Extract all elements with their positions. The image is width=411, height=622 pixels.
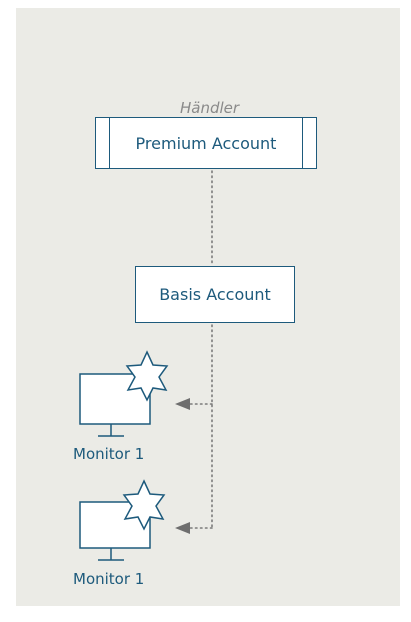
arrowhead-monitor-2 — [175, 522, 190, 534]
monitor-label: Monitor 1 — [73, 570, 145, 588]
node-side-bar-right — [302, 118, 303, 168]
basis-account-node: Basis Account — [135, 266, 295, 323]
basis-account-label: Basis Account — [159, 285, 271, 304]
node-side-bar-left — [109, 118, 110, 168]
monitor-label: Monitor 1 — [73, 445, 145, 463]
arrowhead-monitor-1 — [175, 398, 190, 410]
premium-account-label: Premium Account — [135, 133, 277, 153]
premium-account-node: Premium Account — [95, 117, 317, 169]
role-label: Händler — [180, 99, 240, 117]
